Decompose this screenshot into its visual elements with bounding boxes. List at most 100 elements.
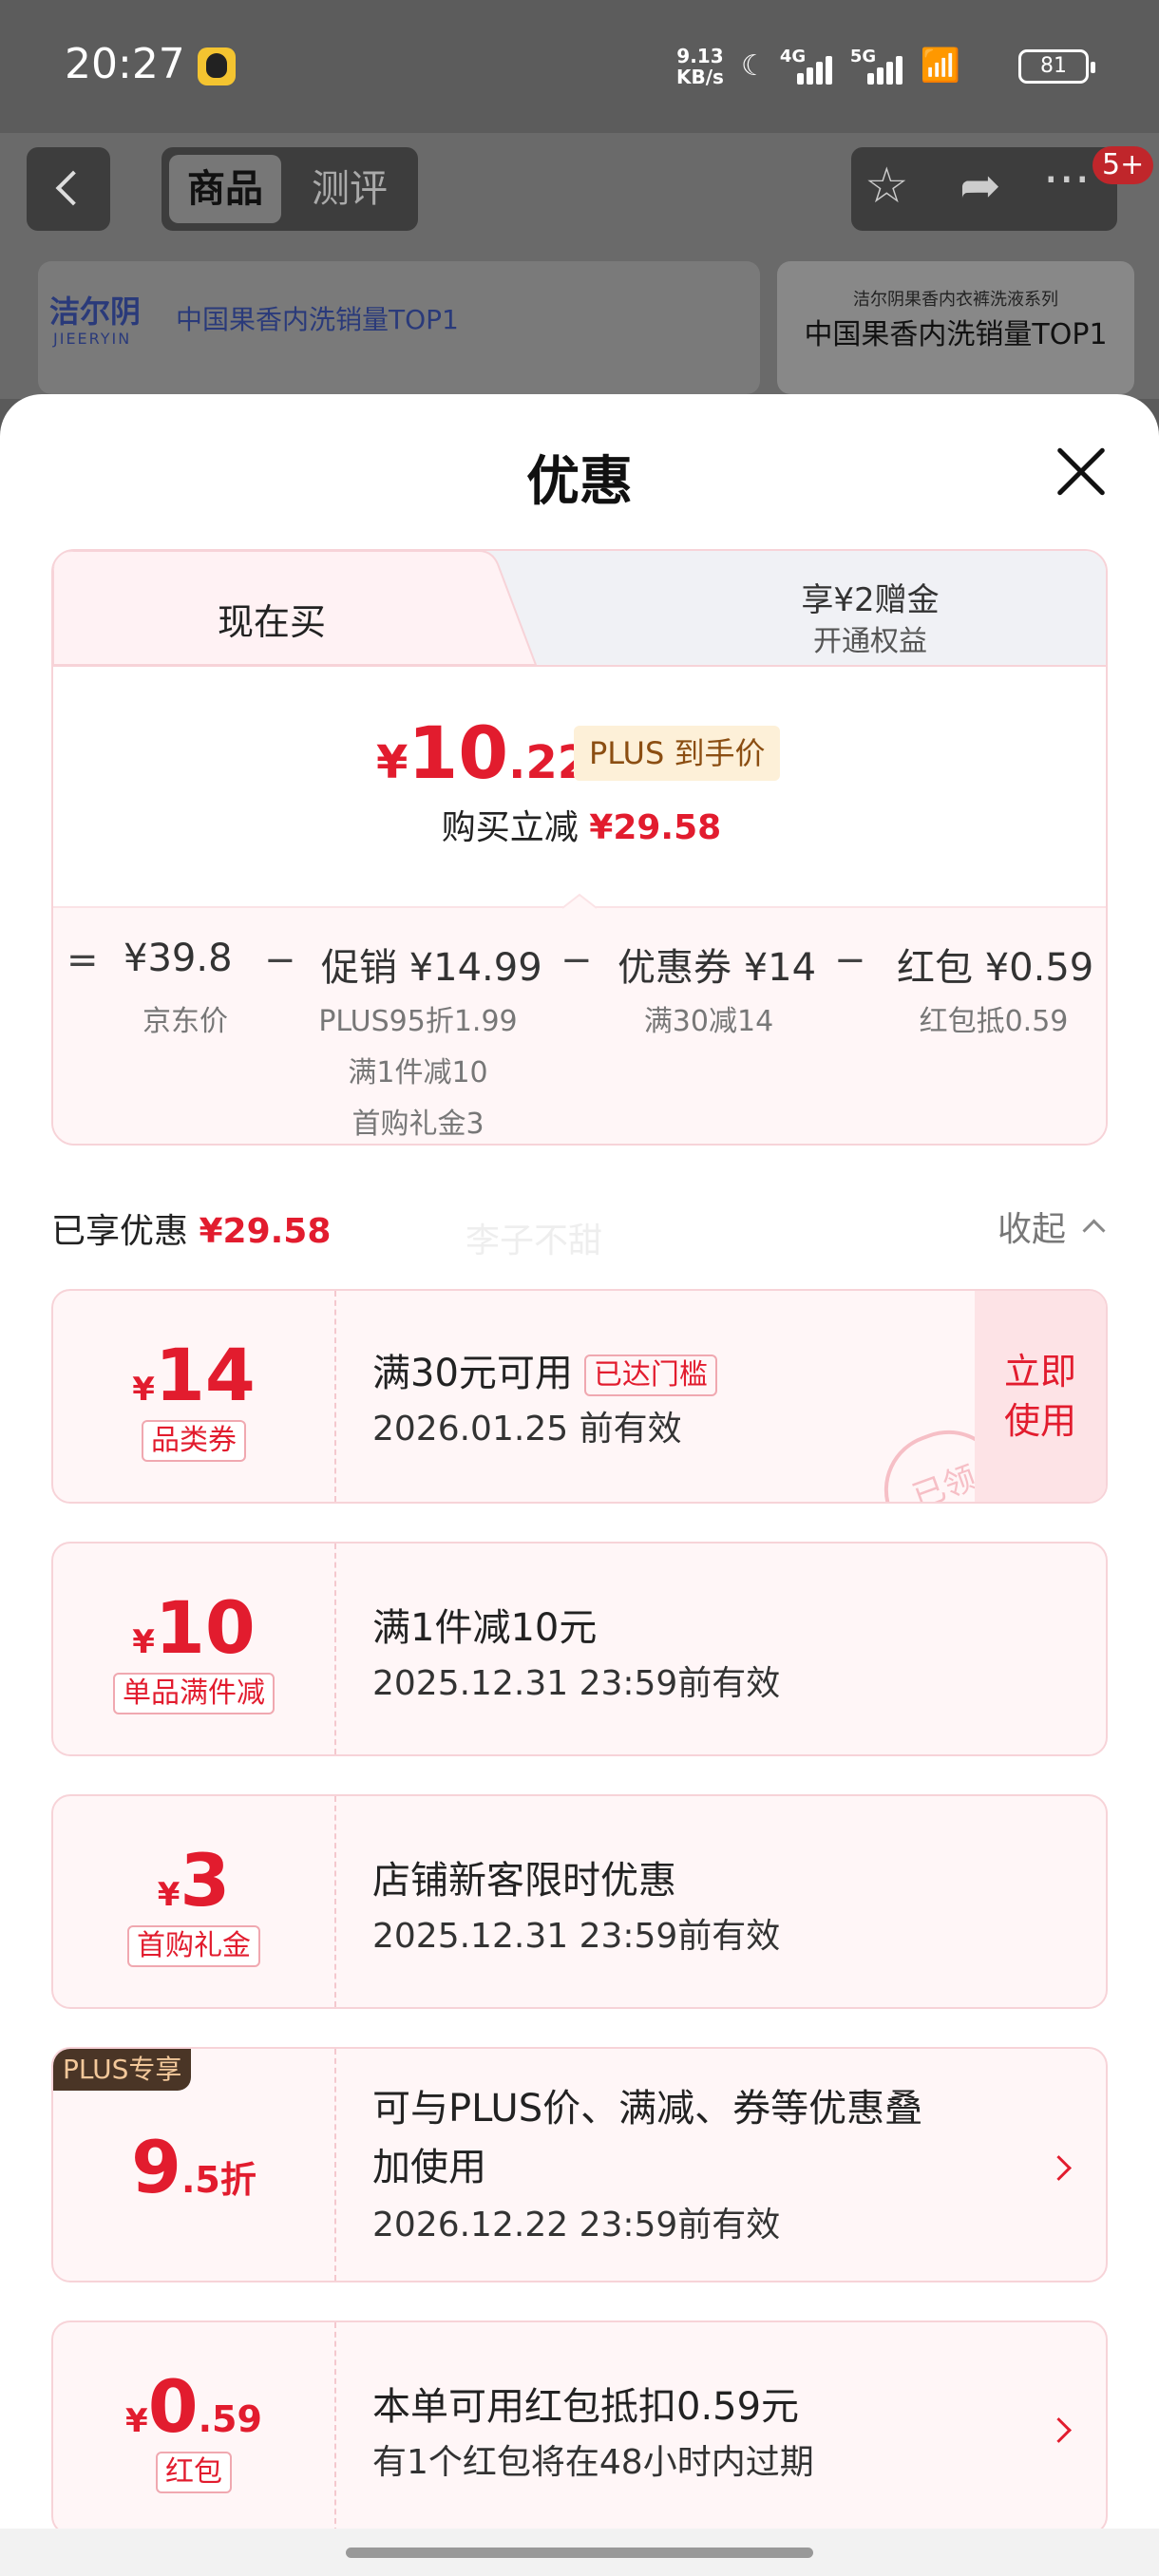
coupon-divider [334, 2322, 336, 2533]
network-speed-value: 9.13 [676, 45, 724, 67]
promo-detail-1: PLUS95折1.99 [318, 1005, 518, 1038]
promo-amount: 促销 ¥14.99 [321, 946, 542, 990]
coupon-title: 满30元可用 已达门槛 [372, 1342, 717, 1397]
threshold-reached-badge: 已达门槛 [583, 1354, 717, 1396]
battery-icon: 81 [1018, 49, 1095, 84]
signal-4g-icon: 4G [780, 47, 837, 85]
coupon-type-tag: 红包 [156, 2452, 232, 2493]
coupon-amount: ¥0.59 [53, 2364, 334, 2449]
use-now-button[interactable]: 立即使用 [975, 1291, 1106, 1502]
coupon-expiry: 2025.12.31 23:59前有效 [372, 1917, 781, 1956]
coupon-value: 9 [131, 2125, 181, 2209]
banner-right-title: 中国果香内洗销量TOP1 [804, 318, 1108, 351]
tab-review[interactable]: 测评 [291, 155, 408, 223]
coupon-title: 店铺新客限时优惠 [372, 1859, 676, 1903]
enjoyed-label: 已享优惠 [51, 1212, 189, 1251]
coupon-card-category[interactable]: ¥14 品类券 满30元可用 已达门槛 2026.01.25 前有效 已领 立即使… [51, 1289, 1108, 1504]
coupon-amount: 优惠券 ¥14 [618, 946, 817, 990]
coupon-expiry: 2026.12.22 23:59前有效 [372, 2206, 781, 2245]
reduce-amount: ¥29.58 [589, 808, 722, 847]
coupon-title: 本单可用红包抵扣0.59元 [372, 2385, 800, 2429]
coupon-title: 满1件减10元 [372, 1606, 598, 1650]
share-icon[interactable]: ➦ [960, 158, 1001, 215]
coupon-type-tag: 单品满件减 [113, 1673, 275, 1714]
coupon-expiry: 有1个红包将在48小时内过期 [372, 2443, 814, 2482]
minus-sign: − [264, 938, 296, 982]
back-button[interactable] [27, 147, 110, 231]
coupon-card-single-item[interactable]: ¥10 单品满件减 满1件减10元 2025.12.31 23:59前有效 [51, 1542, 1108, 1756]
tab-buy-now[interactable]: 现在买 [53, 593, 490, 645]
more-badge: 5+ [1092, 146, 1154, 184]
price-int: 10 [408, 710, 509, 795]
close-icon[interactable] [1053, 444, 1110, 501]
product-banner-right: 洁尔阴果香内衣裤洗液系列 中国果香内洗销量TOP1 [777, 261, 1134, 394]
favorite-star-icon[interactable]: ☆ [864, 158, 909, 215]
tab-plus-line2[interactable]: 开通权益 [661, 617, 1079, 659]
coupon-amount: ¥14 [53, 1333, 334, 1417]
moon-icon: ☾ [741, 48, 767, 83]
redpacket-detail: 红包抵0.59 [919, 1005, 1069, 1038]
more-icon[interactable]: ··· [1043, 152, 1091, 209]
promo-detail-2: 满1件减10 [348, 1056, 488, 1089]
coupon-value: 10 [154, 1585, 256, 1670]
banner-left-text: 中国果香内洗销量TOP1 [176, 304, 459, 335]
coupon-card-first-purchase[interactable]: ¥3 首购礼金 店铺新客限时优惠 2025.12.31 23:59前有效 [51, 1794, 1108, 2009]
coupon-amount: 9.5折 [53, 2125, 334, 2209]
coupon-expiry: 2025.12.31 23:59前有效 [372, 1664, 781, 1703]
plus-exclusive-badge: PLUS专享 [53, 2049, 192, 2091]
coupon-type-tag: 首购礼金 [127, 1925, 260, 1967]
coupon-yen: ¥ [132, 1623, 155, 1661]
signal-5g-icon: 5G [850, 47, 907, 85]
coupon-value: 3 [180, 1838, 231, 1923]
coupon-divider [334, 2049, 336, 2281]
network-speed-unit: KB/s [676, 66, 724, 88]
enjoyed-discount: 已享优惠 ¥29.58 [51, 1203, 331, 1253]
instant-reduce: 购买立减 ¥29.58 [53, 800, 1106, 849]
tab-plus-line1[interactable]: 享¥2赠金 [661, 574, 1079, 620]
jd-price-label: 京东价 [142, 1005, 228, 1038]
coupon-amount: ¥10 [53, 1585, 334, 1670]
plus-price-tag: PLUS 到手价 [574, 726, 781, 781]
sheet-title: 优惠 [526, 451, 633, 513]
gesture-nav-bar[interactable] [0, 2529, 1159, 2576]
coupon-card-plus-discount[interactable]: PLUS专享 9.5折 可与PLUS价、满减、券等优惠叠 加使用 2026.12… [51, 2047, 1108, 2282]
coupon-yen: ¥ [157, 1876, 180, 1914]
network-speed: 9.13 KB/s [676, 46, 724, 87]
equals-sign: = [66, 938, 99, 982]
breakdown-pointer [561, 893, 598, 909]
collapse-button[interactable]: 收起 [998, 1202, 1066, 1251]
coupon-yen: ¥ [125, 2402, 148, 2440]
coupon-value-decimal: .5折 [181, 2159, 256, 2201]
price-yen: ¥ [376, 736, 408, 789]
coupon-amount: ¥3 [53, 1838, 334, 1923]
final-price: ¥10.22 [376, 710, 589, 795]
coupon-yen: ¥ [132, 1371, 155, 1409]
chevron-right-icon[interactable] [1046, 2417, 1072, 2443]
tab-divider [53, 665, 1106, 667]
jd-price: ¥39.8 [124, 937, 233, 980]
chevron-up-icon[interactable] [1082, 1219, 1106, 1242]
signal-5g-label: 5G [849, 47, 877, 66]
discount-sheet: 优惠 现在买 享¥2赠金 开通权益 ¥10.22 PLUS 到手价 购买立减 ¥… [0, 394, 1159, 2576]
coupon-divider [334, 1544, 336, 1754]
use-now-label: 立即使用 [1003, 1351, 1076, 1442]
brand-logo-en: JIEERYIN [53, 330, 132, 348]
chevron-right-icon[interactable] [1046, 2155, 1072, 2181]
enjoyed-amount: ¥29.58 [199, 1212, 332, 1251]
price-card: 现在买 享¥2赠金 开通权益 ¥10.22 PLUS 到手价 购买立减 ¥29.… [51, 549, 1108, 1146]
product-banner-left: 洁尔阴 JIEERYIN 中国果香内洗销量TOP1 [38, 261, 760, 394]
tab-product[interactable]: 商品 [169, 155, 281, 223]
coupon-detail: 满30减14 [643, 1005, 774, 1038]
status-icons: ☾ 4G 5G 📶 [741, 42, 960, 89]
promo-detail-3: 首购礼金3 [352, 1108, 484, 1141]
status-time: 20:27 [65, 40, 185, 88]
banner-right-subtitle: 洁尔阴果香内衣裤洗液系列 [853, 290, 1058, 310]
coupon-divider [334, 1291, 336, 1502]
minus-sign: − [560, 938, 593, 982]
brand-logo: 洁尔阴 [49, 294, 142, 330]
coupon-type-tag: 品类券 [142, 1420, 246, 1462]
redpacket-amount: 红包 ¥0.59 [897, 946, 1094, 990]
coupon-card-red-packet[interactable]: ¥0.59 红包 本单可用红包抵扣0.59元 有1个红包将在48小时内过期 [51, 2320, 1108, 2535]
coupon-title-text: 满30元可用 [372, 1352, 573, 1395]
signal-4g-label: 4G [779, 47, 807, 66]
